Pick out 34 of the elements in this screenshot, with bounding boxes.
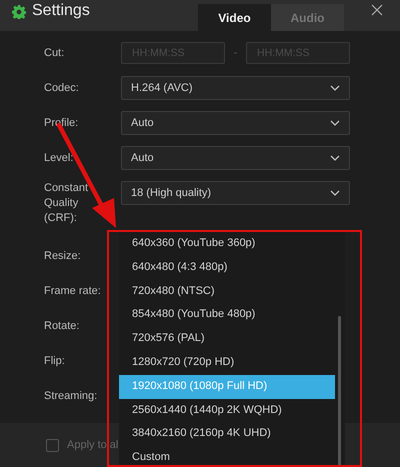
dropdown-option[interactable]: 2560x1440 (1440p 2K WQHD) — [119, 398, 335, 422]
dropdown-option[interactable]: 854x480 (YouTube 480p) — [119, 303, 335, 328]
field-label: Level: — [44, 150, 74, 166]
range-separator: - — [232, 47, 238, 59]
gear-icon — [12, 5, 26, 19]
dropdown-option[interactable]: 3840x2160 (2160p 4K UHD) — [119, 422, 335, 446]
field-label: Resize: — [44, 248, 82, 264]
scrollbar[interactable] — [338, 316, 341, 467]
chevron-down-icon — [330, 190, 340, 196]
field-label: Flip: — [44, 354, 66, 368]
field-label: Cut: — [44, 46, 66, 60]
dropdown-option[interactable]: 640x480 (4:3 480p) — [119, 256, 335, 280]
field-label: Streaming: — [44, 388, 98, 404]
dropdown-option[interactable]: 1280x720 (720p HD) — [119, 350, 335, 375]
close-icon[interactable] — [371, 4, 383, 16]
field-label: Rotate: — [44, 318, 80, 334]
field-label: Codec: — [44, 80, 80, 96]
tab[interactable]: Video — [198, 4, 271, 31]
checkbox[interactable] — [46, 438, 59, 452]
dropdown-select[interactable]: Auto — [121, 111, 350, 135]
dropdown-option[interactable]: 640x360 (YouTube 360p) — [119, 232, 335, 256]
checkbox-label: Apply to al — [67, 439, 118, 451]
dropdown-select[interactable]: 18 (High quality) — [121, 181, 350, 205]
dropdown-select[interactable]: H.264 (AVC) — [121, 76, 350, 100]
chevron-down-icon — [330, 155, 340, 161]
dropdown-select[interactable]: Auto — [121, 146, 350, 170]
dropdown-option[interactable]: 720x576 (PAL) — [119, 327, 335, 351]
dropdown-option[interactable]: Custom — [119, 446, 335, 467]
chevron-down-icon — [330, 85, 340, 91]
window-title: Settings — [32, 2, 90, 20]
dropdown-option[interactable]: 720x480 (NTSC) — [119, 280, 335, 304]
field-label: Constant Quality (CRF): — [44, 181, 90, 226]
field-label: Frame rate: — [44, 284, 102, 298]
chevron-down-icon — [330, 120, 340, 126]
